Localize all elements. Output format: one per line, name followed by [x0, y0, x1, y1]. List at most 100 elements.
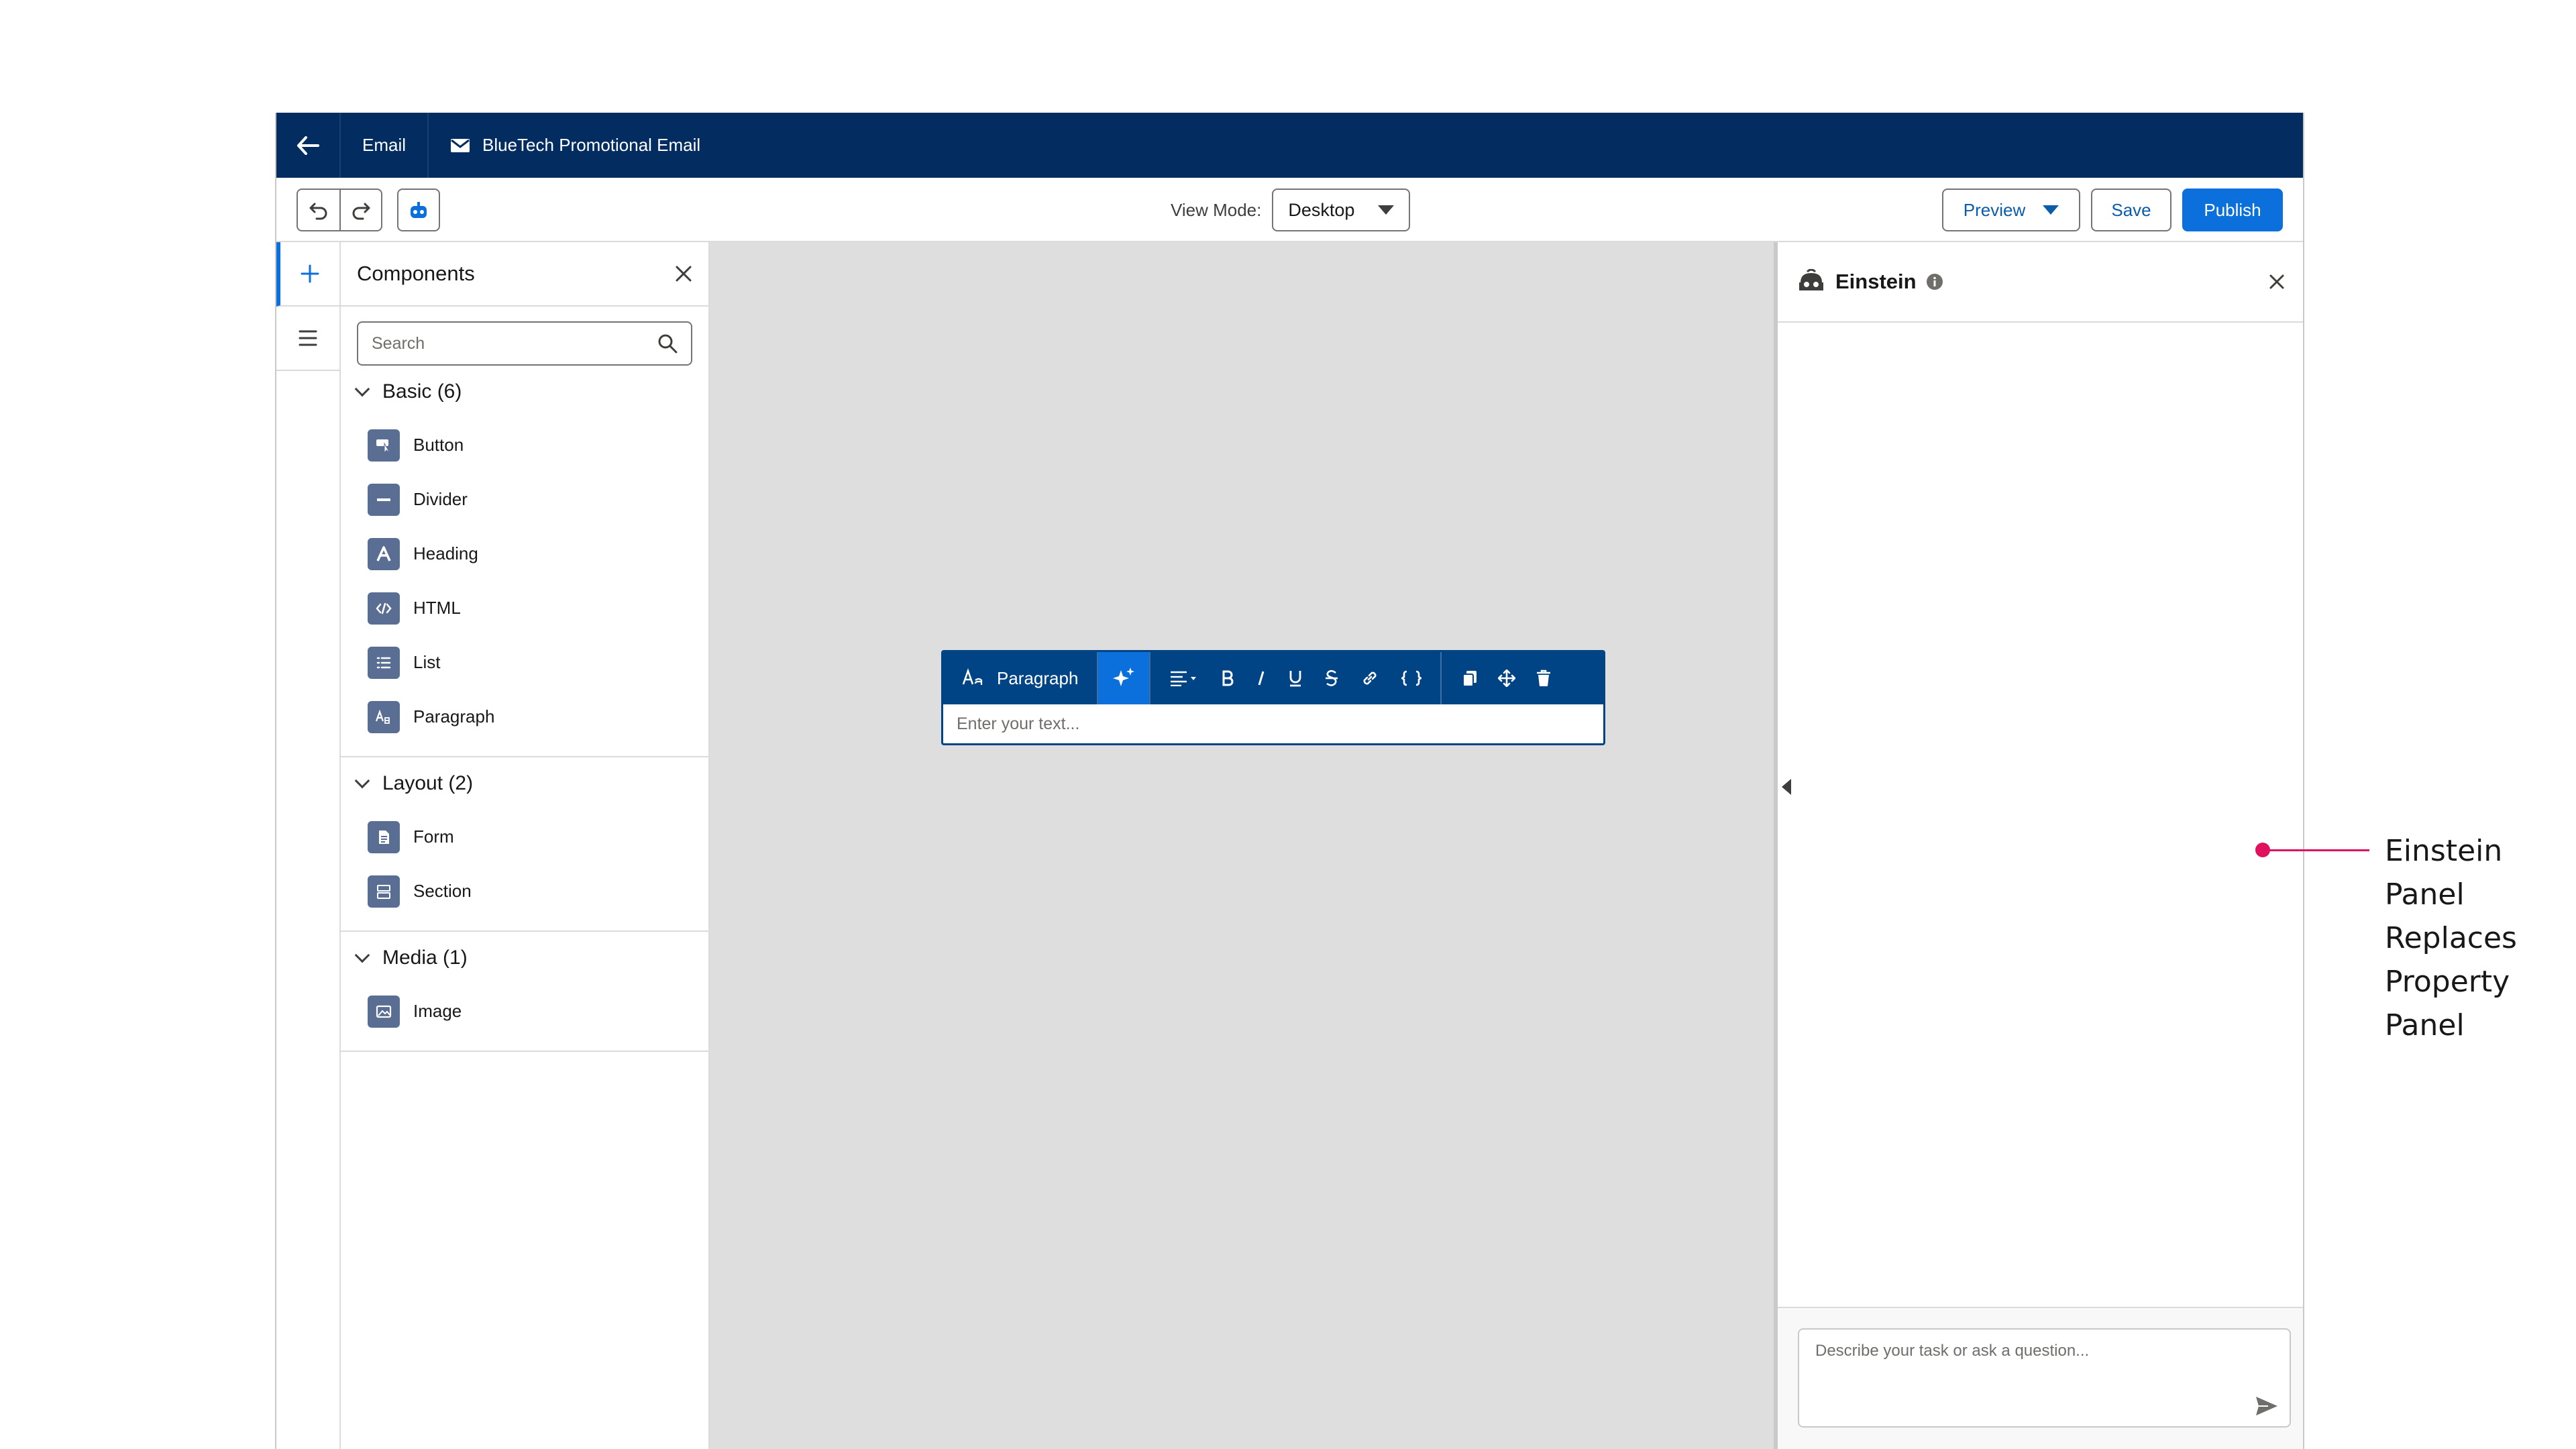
- einstein-robot-icon: [411, 202, 427, 218]
- add-components-tab[interactable]: [276, 242, 339, 307]
- component-label: Image: [413, 1001, 462, 1021]
- components-title: Components: [357, 262, 475, 285]
- redo-button[interactable]: [339, 190, 381, 230]
- einstein-toggle-button[interactable]: [397, 189, 440, 231]
- builder-toolbar: View Mode: Desktop Preview Save Publish: [276, 178, 2303, 242]
- section-basic: Basic (6) Button Divider Heading HTML Li…: [341, 366, 708, 757]
- send-icon[interactable]: [2255, 1395, 2279, 1417]
- einstein-robot-icon: [1799, 269, 1823, 290]
- section-layout: Layout (2) Form Section: [341, 757, 708, 932]
- components-header: Components: [341, 242, 708, 307]
- list-component-icon: [368, 646, 400, 679]
- merge-field-braces-icon[interactable]: [1401, 670, 1422, 686]
- section-label: Basic (6): [382, 380, 462, 402]
- view-mode-control: View Mode: Desktop: [1171, 189, 1411, 231]
- paragraph-text-input[interactable]: Enter your text...: [943, 704, 1603, 743]
- chevron-down-icon: [2043, 205, 2059, 215]
- align-left-icon[interactable]: [1169, 670, 1199, 686]
- section-component-icon: [368, 875, 400, 908]
- einstein-header: Einstein: [1778, 242, 2303, 323]
- prompt-placeholder: Describe your task or ask a question...: [1815, 1342, 2090, 1360]
- einstein-prompt-input[interactable]: Describe your task or ask a question...: [1798, 1328, 2291, 1428]
- component-form[interactable]: Form: [341, 810, 708, 864]
- chevron-down-icon: [354, 381, 370, 397]
- heading-component-icon: [368, 537, 400, 570]
- undo-icon: [309, 203, 327, 220]
- block-actions-group: [1442, 652, 1572, 704]
- annotation-line: Replaces: [2385, 921, 2517, 955]
- section-header-layout[interactable]: Layout (2): [341, 757, 708, 810]
- copy-icon[interactable]: [1462, 669, 1478, 687]
- search-input[interactable]: [372, 333, 627, 354]
- form-component-icon: [368, 820, 400, 853]
- section-label: Layout (2): [382, 772, 474, 794]
- section-label: Media (1): [382, 947, 468, 969]
- component-search: [357, 321, 692, 366]
- delete-icon[interactable]: [1536, 669, 1552, 687]
- publish-button[interactable]: Publish: [2182, 189, 2283, 231]
- link-icon[interactable]: [1361, 669, 1379, 687]
- email-builder-app: Email BlueTech Promotional Email View Mo…: [275, 113, 2304, 1449]
- annotation-line: Property: [2385, 965, 2510, 999]
- tab-title: BlueTech Promotional Email: [482, 135, 701, 155]
- save-button[interactable]: Save: [2091, 189, 2171, 231]
- strikethrough-icon[interactable]: [1325, 669, 1338, 687]
- move-icon[interactable]: [1498, 669, 1516, 687]
- component-image[interactable]: Image: [341, 984, 708, 1038]
- collapse-panel-icon[interactable]: [1782, 779, 1791, 795]
- underline-icon[interactable]: [1289, 669, 1302, 687]
- left-rail: [276, 242, 341, 1449]
- component-label: Paragraph: [413, 706, 495, 727]
- email-tab[interactable]: BlueTech Promotional Email: [429, 113, 722, 178]
- annotation-leader-line: [2266, 849, 2369, 851]
- section-header-media[interactable]: Media (1): [341, 932, 708, 984]
- undo-button[interactable]: [298, 190, 339, 230]
- section-header-basic[interactable]: Basic (6): [341, 366, 708, 418]
- text-format-group: [1150, 652, 1442, 704]
- component-divider[interactable]: Divider: [341, 472, 708, 527]
- info-icon[interactable]: [1926, 273, 1943, 290]
- component-label: Divider: [413, 489, 468, 509]
- component-label: Button: [413, 435, 464, 455]
- components-panel: Components Basic (6) Button Divider: [341, 242, 710, 1449]
- divider-component-icon: [368, 483, 400, 516]
- annotation-line: Panel: [2385, 1008, 2465, 1042]
- component-html[interactable]: HTML: [341, 581, 708, 635]
- redo-icon: [352, 203, 370, 220]
- component-paragraph[interactable]: Paragraph: [341, 690, 708, 744]
- image-component-icon: [368, 995, 400, 1028]
- paragraph-block[interactable]: Paragraph Enter your text...: [941, 650, 1605, 745]
- component-list[interactable]: List: [341, 635, 708, 690]
- sparkle-icon: [1113, 667, 1135, 686]
- arrow-left-icon: [297, 136, 319, 155]
- block-type-selector[interactable]: Paragraph: [943, 652, 1099, 704]
- chevron-down-icon: [354, 947, 370, 963]
- component-label: List: [413, 652, 441, 672]
- outline-tab[interactable]: [276, 307, 339, 371]
- breadcrumb-email[interactable]: Email: [341, 113, 429, 178]
- list-lines-icon: [299, 330, 317, 346]
- close-icon[interactable]: [2268, 273, 2286, 290]
- close-icon[interactable]: [675, 265, 692, 282]
- component-button[interactable]: Button: [341, 418, 708, 472]
- annotation-callout: Einstein Panel Replaces Property Panel: [2385, 829, 2517, 1047]
- button-component-icon: [368, 429, 400, 462]
- block-type-label: Paragraph: [997, 667, 1079, 688]
- back-button[interactable]: [276, 113, 341, 178]
- view-mode-select[interactable]: Desktop: [1272, 189, 1411, 231]
- action-buttons: Preview Save Publish: [1942, 189, 2283, 231]
- component-section[interactable]: Section: [341, 864, 708, 918]
- einstein-generate-button[interactable]: [1098, 652, 1151, 704]
- email-canvas[interactable]: Paragraph Enter your text...: [710, 242, 1774, 1449]
- italic-icon[interactable]: [1256, 670, 1266, 686]
- bold-icon[interactable]: [1222, 670, 1234, 686]
- chevron-down-icon: [1378, 205, 1395, 215]
- section-media: Media (1) Image: [341, 932, 708, 1052]
- rich-text-toolbar: Paragraph: [943, 652, 1603, 704]
- text-size-icon: [962, 668, 983, 685]
- component-heading[interactable]: Heading: [341, 527, 708, 581]
- component-label: Heading: [413, 543, 478, 564]
- preview-label: Preview: [1963, 199, 2026, 220]
- preview-button[interactable]: Preview: [1942, 189, 2080, 231]
- top-nav-bar: Email BlueTech Promotional Email: [276, 113, 2303, 178]
